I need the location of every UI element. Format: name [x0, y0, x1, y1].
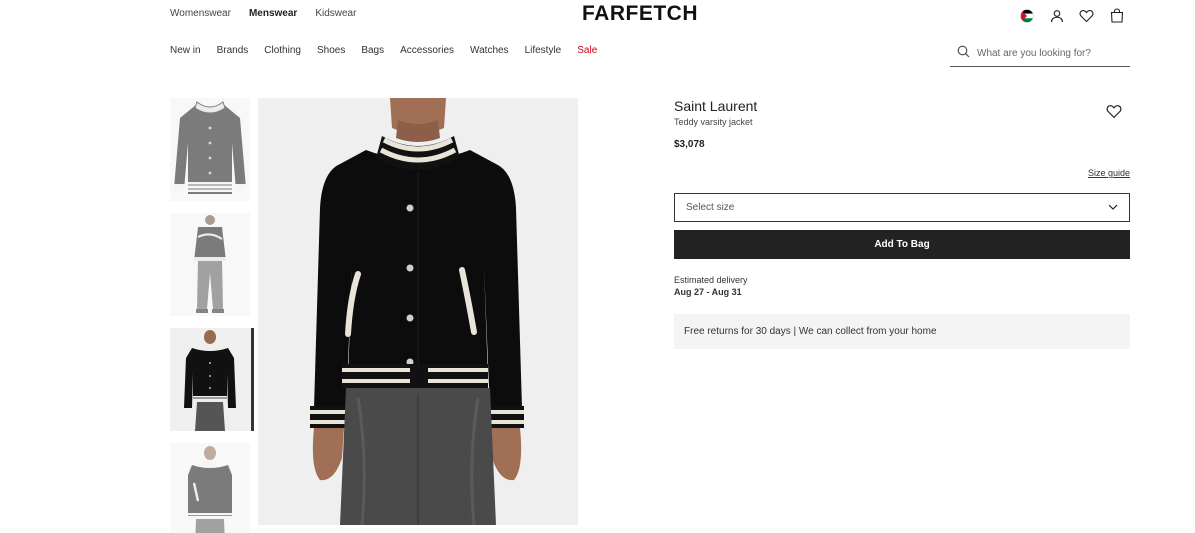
tab-womenswear[interactable]: Womenswear: [170, 8, 231, 19]
gender-nav: Womenswear Menswear Kidswear: [170, 8, 356, 19]
bag-icon[interactable]: [1108, 7, 1125, 24]
product-name: Teddy varsity jacket: [674, 117, 753, 127]
delivery-info: Estimated delivery Aug 27 - Aug 31: [674, 275, 748, 297]
returns-banner: Free returns for 30 days | We can collec…: [674, 314, 1130, 349]
thumbnail-back-view[interactable]: [170, 213, 250, 316]
heart-icon[interactable]: [1106, 104, 1124, 122]
product-info: Saint Laurent Teddy varsity jacket $3,07…: [674, 98, 1130, 349]
nav-bags[interactable]: Bags: [361, 45, 384, 56]
nav-sale[interactable]: Sale: [577, 45, 597, 56]
nav-new-in[interactable]: New in: [170, 45, 201, 56]
thumbnail-gallery: [170, 98, 254, 533]
nav-lifestyle[interactable]: Lifestyle: [525, 45, 562, 56]
size-select-label: Select size: [686, 202, 735, 213]
search-bar: [950, 41, 1130, 67]
add-to-bag-button[interactable]: Add To Bag: [674, 230, 1130, 259]
nav-accessories[interactable]: Accessories: [400, 45, 454, 56]
product-price: $3,078: [674, 139, 705, 150]
account-icon[interactable]: [1048, 7, 1065, 24]
size-guide-link[interactable]: Size guide: [1088, 168, 1130, 178]
nav-clothing[interactable]: Clothing: [264, 45, 301, 56]
nav-shoes[interactable]: Shoes: [317, 45, 345, 56]
returns-text: Free returns for 30 days | We can collec…: [684, 326, 937, 337]
nav-brands[interactable]: Brands: [217, 45, 249, 56]
size-select[interactable]: Select size: [674, 193, 1130, 222]
tab-kidswear[interactable]: Kidswear: [315, 8, 356, 19]
thumbnail-side-view[interactable]: [170, 443, 250, 533]
chevron-down-icon: [1108, 202, 1118, 213]
nav-watches[interactable]: Watches: [470, 45, 509, 56]
search-input[interactable]: [977, 48, 1127, 59]
logo[interactable]: FARFETCH: [582, 2, 698, 26]
search-icon[interactable]: [957, 45, 970, 63]
thumbnail-front-model[interactable]: [170, 328, 254, 431]
header-icons: [1018, 7, 1125, 24]
product-brand[interactable]: Saint Laurent: [674, 98, 1130, 114]
thumbnail-jacket-front[interactable]: [170, 98, 250, 201]
category-nav: New in Brands Clothing Shoes Bags Access…: [170, 45, 597, 56]
delivery-dates: Aug 27 - Aug 31: [674, 287, 742, 297]
main-product-image[interactable]: [258, 98, 578, 525]
flag-icon[interactable]: [1018, 7, 1035, 24]
tab-menswear[interactable]: Menswear: [249, 8, 297, 19]
wishlist-icon[interactable]: [1078, 7, 1095, 24]
delivery-label: Estimated delivery: [674, 275, 748, 285]
